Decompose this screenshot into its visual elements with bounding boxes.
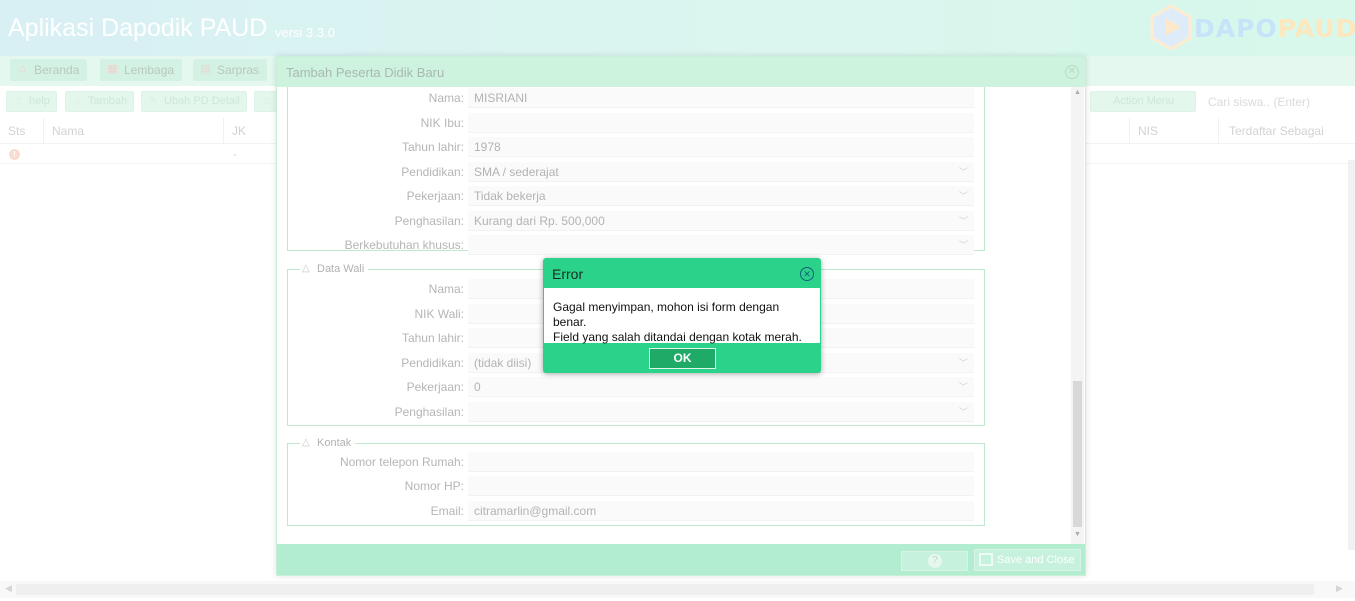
collapse-icon: △	[302, 437, 310, 448]
error-line-1: Gagal menyimpan, mohon isi form dengan b…	[553, 300, 780, 329]
field-ibu-pendidikan: Pendidikan: SMA / sederajat ﹀	[288, 162, 986, 182]
scroll-up-icon[interactable]: ▲	[1074, 89, 1081, 96]
ibu-nama-input[interactable]: MISRIANI	[468, 88, 974, 108]
scroll-down-icon[interactable]: ▼	[1074, 531, 1081, 538]
modal-help-button[interactable]: ?	[901, 551, 968, 571]
chevron-down-icon: ﹀	[958, 191, 968, 201]
chevron-down-icon: ﹀	[958, 382, 968, 392]
ibu-pekerjaan-select[interactable]: Tidak bekerja ﹀	[468, 186, 974, 206]
kontak-legend[interactable]: △ Kontak	[300, 437, 356, 449]
help-icon: ?	[928, 554, 942, 568]
error-message: Gagal menyimpan, mohon isi form dengan b…	[544, 288, 820, 344]
modal-scroll-thumb[interactable]	[1073, 381, 1082, 527]
telepon-rumah-input[interactable]	[468, 452, 974, 472]
field-ibu-pekerjaan: Pekerjaan: Tidak bekerja ﹀	[288, 186, 986, 206]
ok-button[interactable]: OK	[649, 348, 716, 369]
nik-ibu-input[interactable]	[468, 113, 974, 133]
modal-title: Tambah Peserta Didik Baru	[286, 65, 445, 80]
modal-footer: ? Save and Close	[277, 544, 1085, 575]
modal-scrollbar[interactable]: ▲ ▼	[1071, 87, 1084, 544]
save-label: Save and Close	[997, 554, 1075, 566]
save-and-close-button[interactable]: Save and Close	[974, 549, 1081, 571]
field-telepon-rumah: Nomor telepon Rumah:	[288, 452, 986, 472]
field-nomor-hp: Nomor HP:	[288, 476, 986, 496]
wali-penghasilan-select[interactable]: ﹀	[468, 402, 974, 422]
nomor-hp-input[interactable]	[468, 476, 974, 496]
error-line-2: Field yang salah ditandai dengan kotak m…	[553, 330, 802, 344]
chevron-down-icon: ﹀	[958, 358, 968, 368]
field-ibu-tahun: Tahun lahir: 1978	[288, 137, 986, 157]
chevron-down-icon: ﹀	[958, 407, 968, 417]
field-wali-pekerjaan: Pekerjaan: 0 ﹀	[288, 377, 986, 397]
ibu-tahun-input[interactable]: 1978	[468, 137, 974, 157]
close-icon[interactable]: ✕	[800, 267, 814, 281]
chevron-down-icon: ﹀	[958, 240, 968, 250]
wali-pekerjaan-select[interactable]: 0 ﹀	[468, 377, 974, 397]
modal-close-icon[interactable]: ✕	[1065, 65, 1079, 79]
field-ibu-nama: Nama: MISRIANI	[288, 88, 986, 108]
error-dialog: Error ✕ Gagal menyimpan, mohon isi form …	[543, 258, 821, 373]
chevron-down-icon: ﹀	[958, 216, 968, 226]
field-wali-penghasilan: Penghasilan: ﹀	[288, 402, 986, 422]
email-input[interactable]: citramarlin@gmail.com	[468, 501, 974, 521]
ibu-penghasilan-select[interactable]: Kurang dari Rp. 500,000 ﹀	[468, 211, 974, 231]
modal-header: Tambah Peserta Didik Baru ✕	[277, 57, 1085, 87]
field-ibu-berkebutuhan: Berkebutuhan khusus: ﹀	[288, 235, 986, 255]
error-title: Error	[552, 266, 584, 282]
chevron-down-icon: ﹀	[958, 167, 968, 177]
wali-legend[interactable]: △ Data Wali	[300, 263, 369, 275]
ibu-berkebutuhan-select[interactable]: ﹀	[468, 235, 974, 255]
field-email: Email: citramarlin@gmail.com	[288, 501, 986, 521]
field-ibu-penghasilan: Penghasilan: Kurang dari Rp. 500,000 ﹀	[288, 211, 986, 231]
fieldset-ibu: Nama: MISRIANI NIK Ibu: Tahun lahir: 197…	[287, 87, 986, 255]
collapse-icon: △	[302, 263, 310, 274]
fieldset-kontak: △ Kontak Nomor telepon Rumah: Nomor HP: E…	[287, 437, 986, 526]
field-nik-ibu: NIK Ibu:	[288, 113, 986, 133]
ibu-pendidikan-select[interactable]: SMA / sederajat ﹀	[468, 162, 974, 182]
save-icon	[979, 553, 993, 566]
